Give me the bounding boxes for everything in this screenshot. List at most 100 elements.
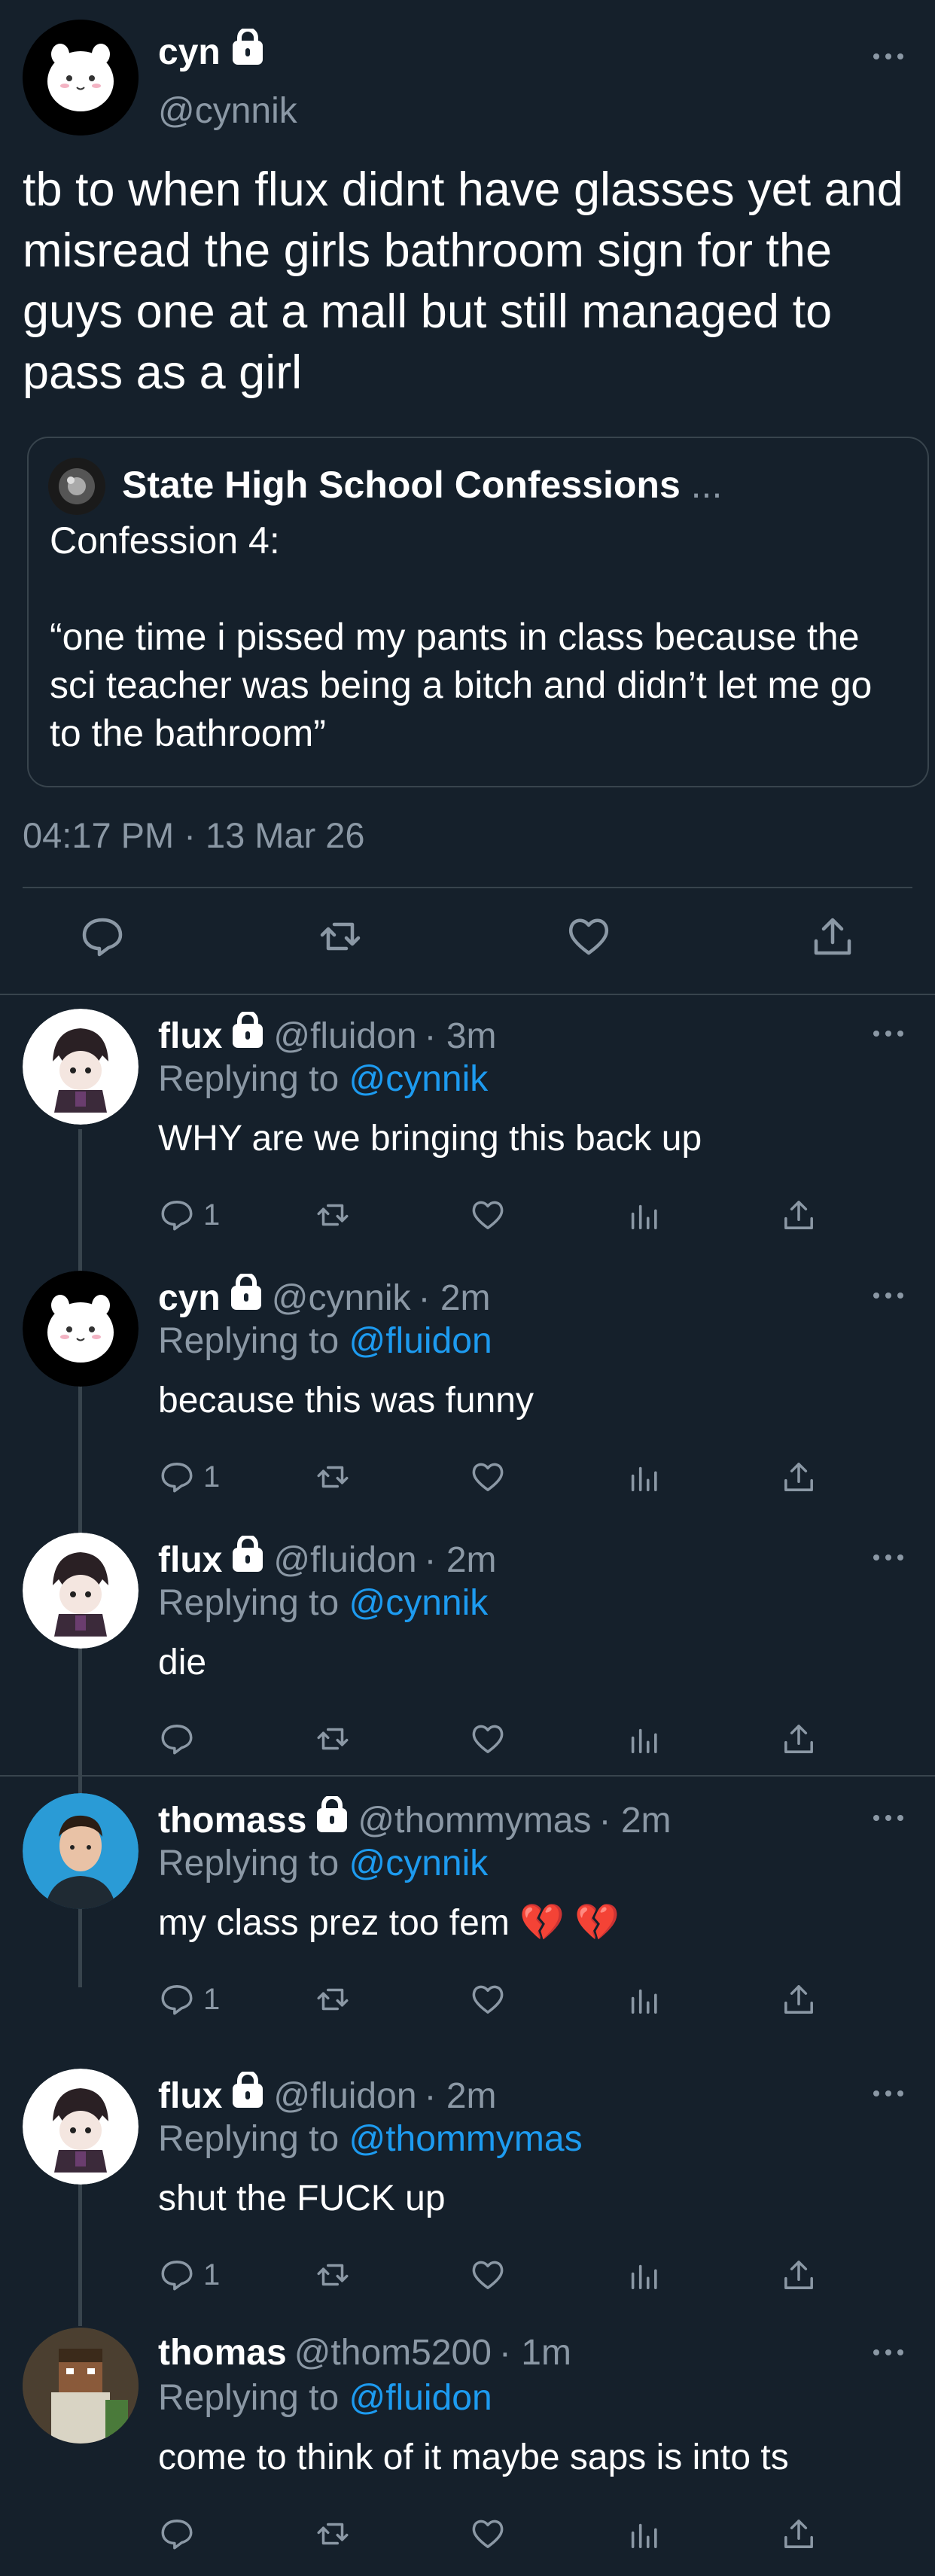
share-icon[interactable] bbox=[780, 2254, 818, 2296]
replying-to-label: Replying to bbox=[158, 2378, 340, 2418]
reply-author-handle[interactable]: @cynnik bbox=[272, 1276, 411, 1321]
share-icon[interactable] bbox=[780, 1718, 818, 1760]
reply-actions: 1 bbox=[0, 1194, 935, 1239]
share-icon[interactable] bbox=[780, 1456, 818, 1498]
retweet-icon[interactable] bbox=[316, 912, 364, 961]
views-icon[interactable] bbox=[626, 1456, 661, 1498]
views-icon[interactable] bbox=[626, 1718, 661, 1760]
reply-tweet[interactable]: flux @fluidon · 3m Replying to @cynnik WHY a… bbox=[0, 1009, 935, 1257]
retweet-icon[interactable] bbox=[312, 1456, 354, 1498]
replying-to: Replying to @cynnik bbox=[158, 1581, 488, 1626]
reply-header: thomass @thommymas · 2m bbox=[158, 1795, 672, 1845]
tweet-text: tb to when flux didnt have glasses yet a… bbox=[23, 163, 903, 399]
author-name-text[interactable]: cyn bbox=[158, 32, 221, 74]
more-options-icon[interactable] bbox=[866, 1022, 911, 1045]
tweet-timestamp[interactable]: 04:17 PM · 13 Mar 26 bbox=[23, 813, 365, 858]
reply-tweet[interactable]: thomas @thom5200 · 1m Replying to @fluidon c… bbox=[0, 2328, 935, 2576]
lock-icon bbox=[230, 2070, 266, 2121]
views-icon[interactable] bbox=[626, 1978, 661, 2020]
like-icon[interactable] bbox=[468, 1194, 507, 1236]
reply-avatar[interactable] bbox=[23, 1793, 139, 1909]
reply-author-handle[interactable]: @fluidon bbox=[273, 1538, 416, 1583]
share-icon[interactable] bbox=[780, 2513, 818, 2555]
reply-icon[interactable] bbox=[158, 1718, 203, 1760]
lock-icon bbox=[230, 1010, 266, 1061]
reply-icon[interactable] bbox=[78, 912, 126, 961]
reply-header: thomas @thom5200 · 1m bbox=[158, 2331, 571, 2376]
reply-tweet[interactable]: flux @fluidon · 2m Replying to @thommymas sh… bbox=[0, 2069, 935, 2317]
replying-to-link[interactable]: @fluidon bbox=[349, 2378, 492, 2418]
reply-tweet[interactable]: cyn @cynnik · 2m Replying to @fluidon becaus… bbox=[0, 1271, 935, 1519]
replying-to-label: Replying to bbox=[158, 1583, 340, 1623]
reply-author-handle[interactable]: @thom5200 bbox=[294, 2331, 492, 2376]
reply-author-name[interactable]: flux bbox=[158, 2074, 222, 2119]
reply-author-handle[interactable]: @fluidon bbox=[273, 1014, 416, 1059]
like-icon[interactable] bbox=[468, 2254, 507, 2296]
replying-to-link[interactable]: @cynnik bbox=[349, 1059, 488, 1099]
reply-actions bbox=[0, 2513, 935, 2558]
more-options-icon[interactable] bbox=[866, 2341, 911, 2364]
reply-tweet[interactable]: flux @fluidon · 2m Replying to @cynnik die bbox=[0, 1533, 935, 1781]
author-name[interactable]: cyn bbox=[158, 27, 266, 76]
cyn-avatar[interactable] bbox=[23, 20, 139, 135]
more-options-icon[interactable] bbox=[866, 1284, 911, 1307]
reply-icon[interactable]: 1 bbox=[158, 2254, 220, 2296]
reply-actions: 1 bbox=[0, 1978, 935, 2023]
reply-text: die bbox=[158, 1643, 207, 1682]
replying-to-link[interactable]: @cynnik bbox=[349, 1844, 488, 1883]
quoted-tweet[interactable]: State High School Confessions ... Confes… bbox=[27, 437, 929, 787]
reply-icon[interactable]: 1 bbox=[158, 1978, 220, 2020]
reply-author-name[interactable]: flux bbox=[158, 1538, 222, 1583]
like-icon[interactable] bbox=[468, 1978, 507, 2020]
like-icon[interactable] bbox=[468, 2513, 507, 2555]
like-icon[interactable] bbox=[468, 1456, 507, 1498]
share-icon[interactable] bbox=[809, 912, 857, 961]
replying-to-label: Replying to bbox=[158, 2119, 340, 2159]
reply-avatar[interactable] bbox=[23, 1009, 139, 1125]
share-icon[interactable] bbox=[780, 1194, 818, 1236]
reply-time: · 3m bbox=[424, 1015, 497, 1056]
reply-author-handle[interactable]: @thommymas bbox=[358, 1798, 591, 1844]
reply-author-name[interactable]: cyn bbox=[158, 1276, 221, 1321]
reply-tweet[interactable]: thomass @thommymas · 2m Replying to @cynnik… bbox=[0, 1793, 935, 2042]
reply-icon[interactable]: 1 bbox=[158, 1456, 220, 1498]
retweet-icon[interactable] bbox=[312, 1194, 354, 1236]
reply-author-name[interactable]: flux bbox=[158, 1014, 222, 1059]
share-icon[interactable] bbox=[780, 1978, 818, 2020]
reply-time: · 2m bbox=[598, 1800, 672, 1841]
reply-author-name[interactable]: thomass bbox=[158, 1798, 306, 1844]
reply-text: WHY are we bringing this back up bbox=[158, 1119, 702, 1159]
reply-avatar[interactable] bbox=[23, 2328, 139, 2444]
author-handle[interactable]: @cynnik bbox=[158, 90, 297, 132]
views-icon[interactable] bbox=[626, 2513, 661, 2555]
more-options-icon[interactable] bbox=[866, 1546, 911, 1569]
more-options-icon[interactable] bbox=[866, 45, 911, 68]
retweet-icon[interactable] bbox=[312, 2513, 354, 2555]
reply-count: 1 bbox=[203, 2258, 221, 2291]
views-icon[interactable] bbox=[626, 1194, 661, 1236]
reply-header: flux @fluidon · 2m bbox=[158, 1534, 497, 1585]
quote-ellipsis: ... bbox=[690, 464, 723, 506]
like-icon[interactable] bbox=[565, 912, 613, 961]
lock-icon bbox=[314, 1795, 350, 1845]
retweet-icon[interactable] bbox=[312, 2254, 354, 2296]
more-options-icon[interactable] bbox=[866, 1807, 911, 1829]
replying-to-link[interactable]: @cynnik bbox=[349, 1583, 488, 1623]
reply-author-name[interactable]: thomas bbox=[158, 2331, 287, 2376]
views-icon[interactable] bbox=[626, 2254, 661, 2296]
retweet-icon[interactable] bbox=[312, 1718, 354, 1760]
reply-icon[interactable] bbox=[158, 2513, 203, 2555]
replying-to: Replying to @thommymas bbox=[158, 2117, 583, 2162]
reply-avatar[interactable] bbox=[23, 1271, 139, 1387]
divider bbox=[23, 887, 912, 888]
reply-avatar[interactable] bbox=[23, 2069, 139, 2185]
reply-time: · 1m bbox=[498, 2333, 571, 2373]
retweet-icon[interactable] bbox=[312, 1978, 354, 2020]
reply-icon[interactable]: 1 bbox=[158, 1194, 220, 1236]
more-options-icon[interactable] bbox=[866, 2082, 911, 2105]
replying-to-link[interactable]: @fluidon bbox=[349, 1321, 492, 1361]
replying-to-link[interactable]: @thommymas bbox=[349, 2119, 582, 2159]
like-icon[interactable] bbox=[468, 1718, 507, 1760]
reply-author-handle[interactable]: @fluidon bbox=[273, 2074, 416, 2119]
reply-avatar[interactable] bbox=[23, 1533, 139, 1649]
